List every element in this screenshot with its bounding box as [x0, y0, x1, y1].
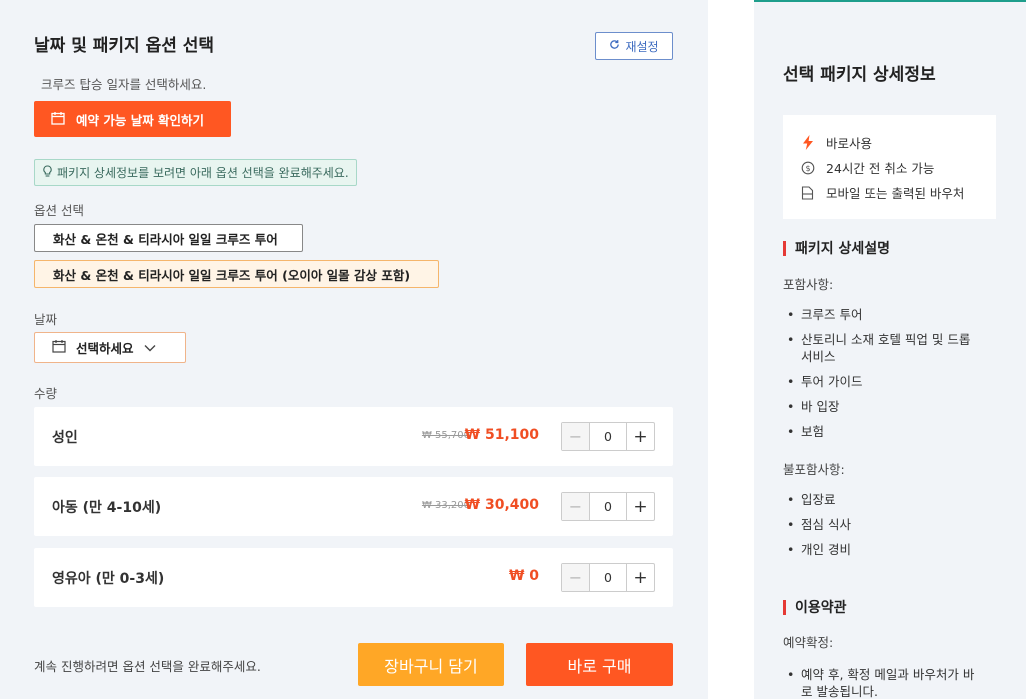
section-bar [783, 240, 786, 256]
terms-heading: 이용약관 [783, 597, 847, 617]
reset-button[interactable]: 재설정 [595, 32, 673, 60]
list-item: 크루즈 투어 [783, 306, 983, 323]
included-list: 크루즈 투어 산토리니 소재 호텔 픽업 및 드롭 서비스 투어 가이드 바 입… [783, 306, 983, 448]
increment-button[interactable]: + [626, 564, 654, 591]
terms-title: 이용약관 [795, 600, 847, 616]
package-notice: 패키지 상세정보를 보려면 아래 옵션 선택을 완료해주세요. [34, 159, 357, 186]
decrement-button[interactable]: − [562, 423, 590, 450]
section-bar [783, 599, 786, 615]
list-item: 예약 후, 확정 메일과 바우처가 바로 발송됩니다. [783, 666, 983, 699]
chevron-down-icon [144, 340, 156, 355]
decrement-button[interactable]: − [562, 493, 590, 520]
refresh-icon [609, 39, 620, 53]
quantity-input[interactable]: 0 [590, 493, 626, 520]
quantity-input[interactable]: 0 [590, 564, 626, 591]
description-heading: 패키지 상세설명 [783, 238, 890, 258]
reset-label: 재설정 [625, 39, 659, 54]
buy-now-button[interactable]: 바로 구매 [526, 643, 673, 686]
list-item: 점심 식사 [783, 516, 983, 533]
feature-item: 모바일 또는 출력된 바우처 [800, 180, 996, 205]
quantity-stepper: − 0 + [561, 492, 655, 521]
date-select[interactable]: 선택하세요 [34, 332, 186, 363]
decrement-button[interactable]: − [562, 564, 590, 591]
confirm-list: 예약 후, 확정 메일과 바우처가 바로 발송됩니다. [783, 666, 983, 699]
list-item: 보험 [783, 423, 983, 440]
date-select-value: 선택하세요 [76, 341, 134, 356]
calendar-icon [52, 339, 66, 356]
option-label: 옵션 선택 [34, 203, 84, 218]
feature-label: 24시간 전 취소 가능 [826, 161, 935, 176]
description-title: 패키지 상세설명 [795, 241, 891, 257]
footer-note: 계속 진행하려면 옵션 선택을 완료해주세요. [34, 659, 261, 674]
details-title: 선택 패키지 상세정보 [783, 65, 936, 85]
lightbulb-icon [42, 164, 53, 181]
option-cruise-tour-sunset[interactable]: 화산 & 온천 & 티라시아 일일 크루즈 투어 (오이아 일몰 감상 포함) [34, 260, 439, 288]
ticket-icon [800, 185, 815, 200]
increment-button[interactable]: + [626, 493, 654, 520]
booking-panel: 날짜 및 패키지 옵션 선택 재설정 크루즈 탑승 일자를 선택하세요. 예약 … [0, 0, 708, 699]
ticket-type: 영유아 (만 0-3세) [52, 571, 165, 587]
quantity-row-adult: 성인 ₩ 55,700 ₩ 51,100 − 0 + [34, 407, 673, 466]
increment-button[interactable]: + [626, 423, 654, 450]
excluded-list: 입장료 점심 식사 개인 경비 [783, 491, 983, 566]
calendar-icon [51, 111, 65, 128]
add-to-cart-button[interactable]: 장바구니 담기 [358, 643, 504, 686]
original-price: ₩ 55,700 [421, 430, 470, 441]
feature-label: 모바일 또는 출력된 바우처 [826, 186, 965, 201]
list-item: 개인 경비 [783, 541, 983, 558]
option-cruise-tour[interactable]: 화산 & 온천 & 티라시아 일일 크루즈 투어 [34, 224, 303, 252]
quantity-input[interactable]: 0 [590, 423, 626, 450]
ticket-type: 성인 [52, 430, 78, 446]
quantity-label: 수량 [34, 386, 58, 401]
ticket-type: 아동 (만 4-10세) [52, 500, 162, 516]
sale-price: ₩ 30,400 [464, 497, 539, 513]
list-item: 산토리니 소재 호텔 픽업 및 드롭 서비스 [783, 331, 983, 365]
sale-price: ₩ 51,100 [464, 427, 539, 443]
notice-text: 패키지 상세정보를 보려면 아래 옵션 선택을 완료해주세요. [57, 166, 349, 180]
quantity-stepper: − 0 + [561, 422, 655, 451]
lightning-icon [800, 135, 815, 150]
original-price: ₩ 33,200 [421, 500, 470, 511]
package-details-panel: 선택 패키지 상세정보 바로사용 $ 24시간 전 취소 가능 모바일 또는 출… [754, 0, 1026, 699]
page-title: 날짜 및 패키지 옵션 선택 [34, 36, 215, 56]
check-dates-button[interactable]: 예약 가능 날짜 확인하기 [34, 101, 231, 137]
feature-list: 바로사용 $ 24시간 전 취소 가능 모바일 또는 출력된 바우처 [783, 115, 996, 219]
confirm-label: 예약확정: [783, 635, 834, 650]
sale-price: ₩ 0 [508, 568, 539, 584]
panel-divider [708, 0, 754, 699]
list-item: 입장료 [783, 491, 983, 508]
quantity-stepper: − 0 + [561, 563, 655, 592]
excluded-label: 불포함사항: [783, 462, 845, 477]
feature-label: 바로사용 [826, 136, 873, 151]
list-item: 투어 가이드 [783, 373, 983, 390]
feature-item: 바로사용 [800, 130, 996, 155]
date-hint: 크루즈 탑승 일자를 선택하세요. [41, 77, 207, 92]
quantity-row-child: 아동 (만 4-10세) ₩ 33,200 ₩ 30,400 − 0 + [34, 477, 673, 536]
feature-item: $ 24시간 전 취소 가능 [800, 155, 996, 180]
list-item: 바 입장 [783, 398, 983, 415]
svg-text:$: $ [805, 164, 810, 173]
refund-icon: $ [800, 161, 815, 175]
date-label: 날짜 [34, 312, 58, 327]
quantity-row-infant: 영유아 (만 0-3세) ₩ 0 − 0 + [34, 548, 673, 607]
included-label: 포함사항: [783, 277, 834, 292]
check-dates-label: 예약 가능 날짜 확인하기 [76, 112, 205, 128]
